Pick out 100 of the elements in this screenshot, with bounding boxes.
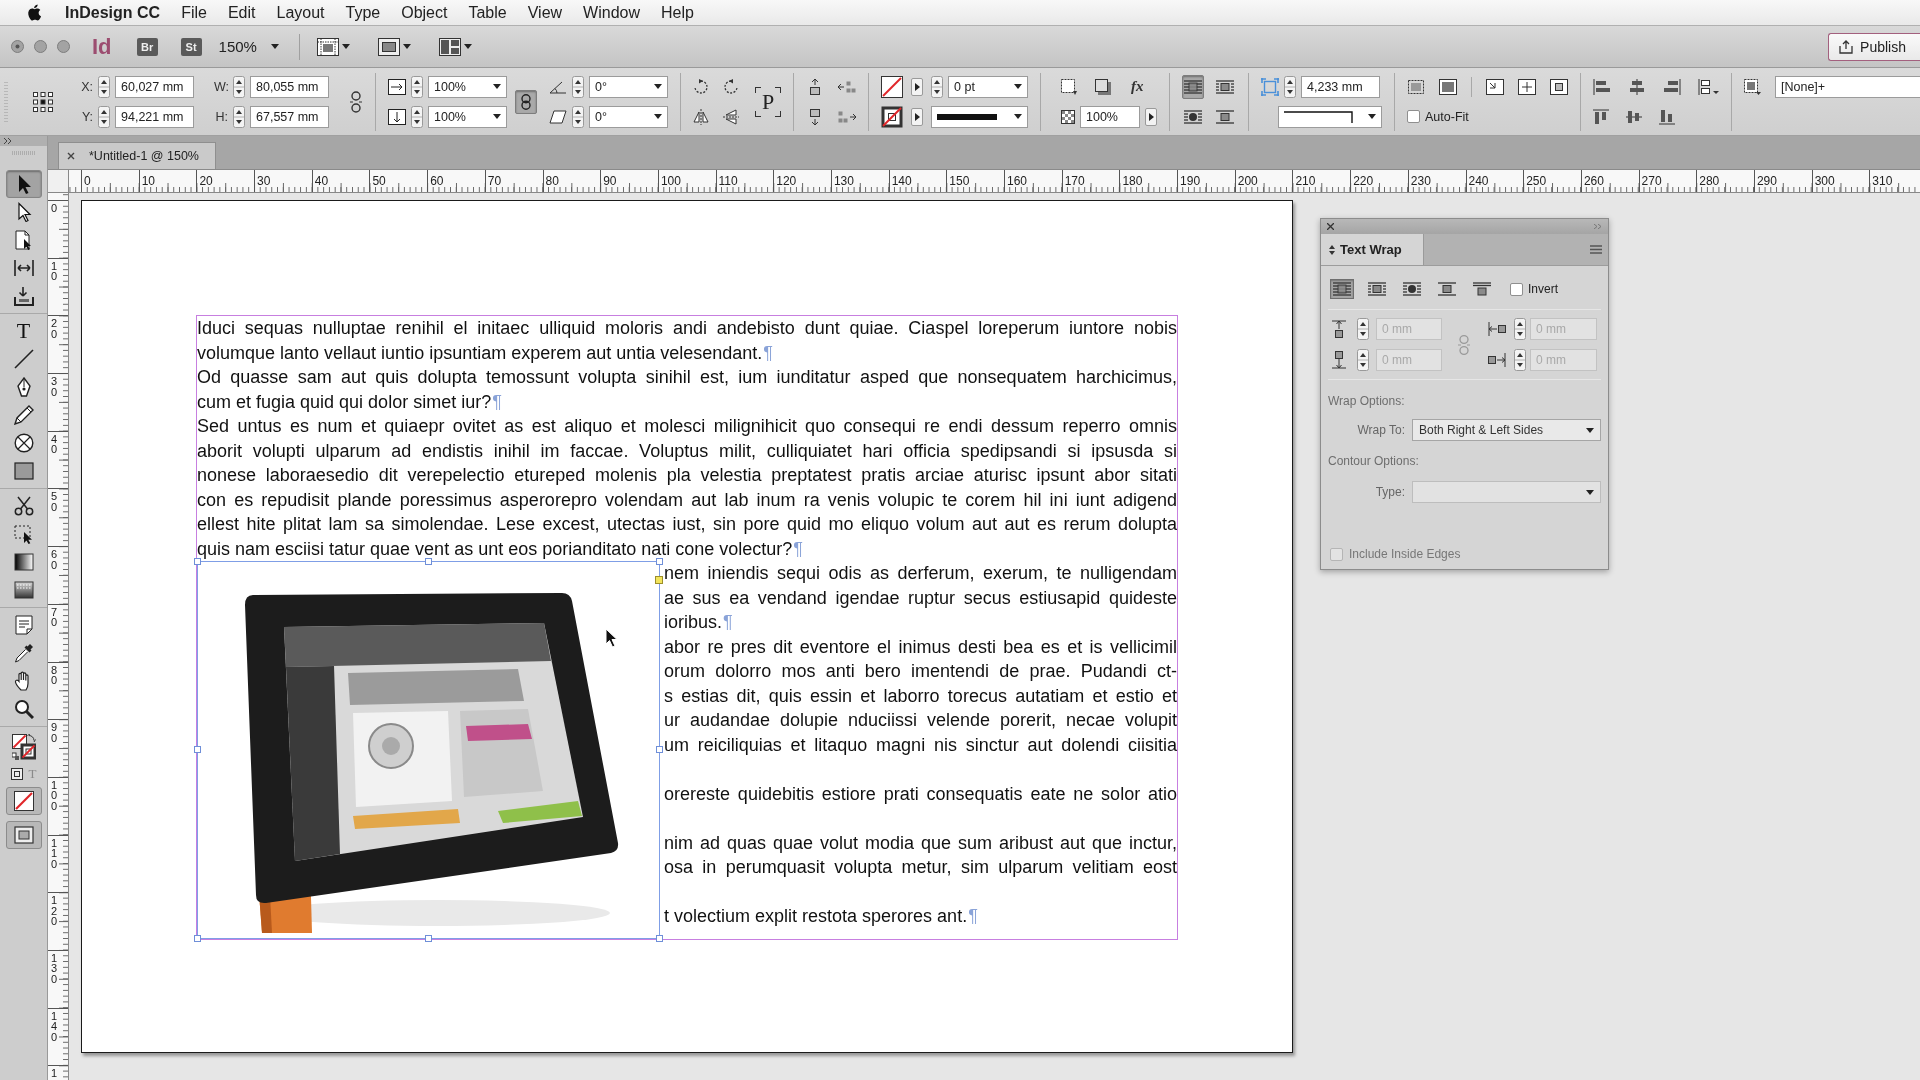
height-field[interactable]: 67,557 mm xyxy=(250,105,329,128)
constrain-proportions-button[interactable] xyxy=(515,89,537,114)
corner-options-handle[interactable] xyxy=(655,576,663,584)
arrange-documents-button[interactable] xyxy=(438,37,472,56)
type-tool[interactable]: T xyxy=(5,317,42,345)
menu-item[interactable]: Object xyxy=(401,3,448,22)
image-frame[interactable] xyxy=(197,561,660,939)
menu-item[interactable]: View xyxy=(527,3,563,22)
screen-mode-menu-button[interactable] xyxy=(377,37,411,56)
menu-item[interactable]: Help xyxy=(661,3,694,22)
spin-button[interactable] xyxy=(1514,349,1526,371)
selection-tool[interactable] xyxy=(5,170,42,198)
rotate-clockwise-icon[interactable] xyxy=(693,78,709,95)
view-options-button[interactable] xyxy=(316,37,350,56)
auto-fit-label[interactable]: Auto-Fit xyxy=(1425,109,1469,124)
dashed-square-icon[interactable] xyxy=(1061,78,1077,95)
ruler-corner[interactable] xyxy=(48,170,69,193)
stroke-type-dropdown[interactable] xyxy=(931,105,1028,128)
align-middle-icon[interactable] xyxy=(1626,108,1642,125)
close-icon[interactable] xyxy=(67,152,75,160)
resize-handle[interactable] xyxy=(194,558,201,565)
distribute-icon[interactable] xyxy=(1698,78,1719,95)
collapse-icon[interactable] xyxy=(4,138,12,144)
width-field[interactable]: 80,055 mm xyxy=(250,75,329,98)
document-tab[interactable]: *Untitled-1 @ 150% xyxy=(58,142,216,169)
spin-button[interactable] xyxy=(98,75,110,98)
rotation-dropdown[interactable]: 0° xyxy=(589,75,668,98)
invert-label[interactable]: Invert xyxy=(1528,282,1558,296)
fit-frame-to-content-icon[interactable] xyxy=(1439,78,1457,95)
angle-icon[interactable] xyxy=(549,79,567,94)
stock-button[interactable]: St xyxy=(180,37,202,56)
jump-next-column-button[interactable] xyxy=(1470,279,1494,299)
menu-item[interactable]: Table xyxy=(468,3,507,22)
shear-dropdown[interactable]: 0° xyxy=(589,105,668,128)
opacity-field[interactable]: 100% xyxy=(1080,105,1140,128)
maximize-button[interactable] xyxy=(57,40,70,53)
bridge-button[interactable]: Br xyxy=(136,37,158,56)
jump-object-button[interactable] xyxy=(1435,279,1459,299)
text-frame[interactable] xyxy=(196,315,1178,940)
close-icon[interactable] xyxy=(1327,223,1334,230)
menu-item[interactable]: Window xyxy=(583,3,640,22)
spin-button[interactable] xyxy=(931,75,943,98)
rotate-counterclockwise-icon[interactable] xyxy=(723,78,739,95)
fill-proportionally-icon[interactable] xyxy=(1486,78,1504,95)
shadow-square-icon[interactable] xyxy=(1095,78,1111,95)
spin-button[interactable] xyxy=(98,105,110,128)
menu-item[interactable]: File xyxy=(181,3,207,22)
chain-link-icon[interactable] xyxy=(349,90,363,113)
effects-button[interactable]: fx xyxy=(1129,78,1146,95)
spin-button[interactable] xyxy=(1357,349,1369,371)
spin-button[interactable] xyxy=(1514,318,1526,340)
spin-button[interactable] xyxy=(572,75,584,98)
y-position-field[interactable]: 94,221 mm xyxy=(115,105,194,128)
stroke-swatch-menu-button[interactable] xyxy=(911,107,923,126)
screen-mode-button[interactable] xyxy=(5,821,42,849)
spin-button[interactable] xyxy=(1284,75,1296,98)
apple-icon[interactable] xyxy=(27,4,41,21)
spin-button[interactable] xyxy=(1357,318,1369,340)
resize-handle[interactable] xyxy=(424,558,432,565)
opacity-menu-button[interactable] xyxy=(1145,107,1157,126)
resize-handle[interactable] xyxy=(656,558,663,565)
x-position-field[interactable]: 60,027 mm xyxy=(115,75,194,98)
align-center-icon[interactable] xyxy=(1628,78,1646,95)
minimize-button[interactable] xyxy=(34,40,47,53)
menu-icon[interactable] xyxy=(1590,245,1602,254)
fill-swatch-menu-button[interactable] xyxy=(911,77,923,96)
resize-handle[interactable] xyxy=(656,746,663,753)
invert-checkbox[interactable] xyxy=(1510,282,1523,296)
object-style-field[interactable]: [None]+ xyxy=(1775,75,1920,98)
spin-button[interactable] xyxy=(233,105,245,128)
panel-tab[interactable]: Text Wrap xyxy=(1321,234,1424,265)
publish-button[interactable]: Publish xyxy=(1828,32,1920,61)
menu-item[interactable]: Type xyxy=(345,3,381,22)
spin-button[interactable] xyxy=(411,105,423,128)
resize-handle[interactable] xyxy=(194,746,201,753)
close-button[interactable] xyxy=(11,40,24,53)
align-left-icon[interactable] xyxy=(1593,78,1611,95)
fill-stroke-swatches-icon[interactable] xyxy=(11,734,36,760)
wrap-object-shape-button[interactable] xyxy=(1400,279,1424,299)
stroke-weight-dropdown[interactable]: 0 pt xyxy=(948,75,1028,98)
align-top-icon[interactable] xyxy=(1593,108,1609,125)
auto-fit-checkbox[interactable] xyxy=(1407,110,1420,123)
shear-icon[interactable] xyxy=(549,109,567,124)
reference-point-icon[interactable] xyxy=(33,91,53,112)
object-style-icon[interactable] xyxy=(1744,78,1761,95)
app-menu[interactable]: InDesign CC xyxy=(65,3,161,22)
scale-y-dropdown[interactable]: 100% xyxy=(428,105,507,128)
align-right-icon[interactable] xyxy=(1663,78,1681,95)
menu-item[interactable]: Layout xyxy=(276,3,325,22)
menu-item[interactable]: Edit xyxy=(227,3,256,22)
resize-handle[interactable] xyxy=(194,935,201,942)
align-bottom-icon[interactable] xyxy=(1659,108,1675,125)
spin-button[interactable] xyxy=(572,105,584,128)
fit-content-to-frame-icon[interactable] xyxy=(1407,78,1425,95)
spin-button[interactable] xyxy=(233,75,245,98)
wrap-bounding-box-button[interactable] xyxy=(1365,279,1389,299)
apply-none-button[interactable] xyxy=(5,787,42,815)
scale-vertical-icon[interactable] xyxy=(388,108,406,125)
zoom-level-dropdown[interactable]: 150% xyxy=(218,38,279,55)
wrap-to-dropdown[interactable]: Both Right & Left Sides xyxy=(1412,419,1601,441)
